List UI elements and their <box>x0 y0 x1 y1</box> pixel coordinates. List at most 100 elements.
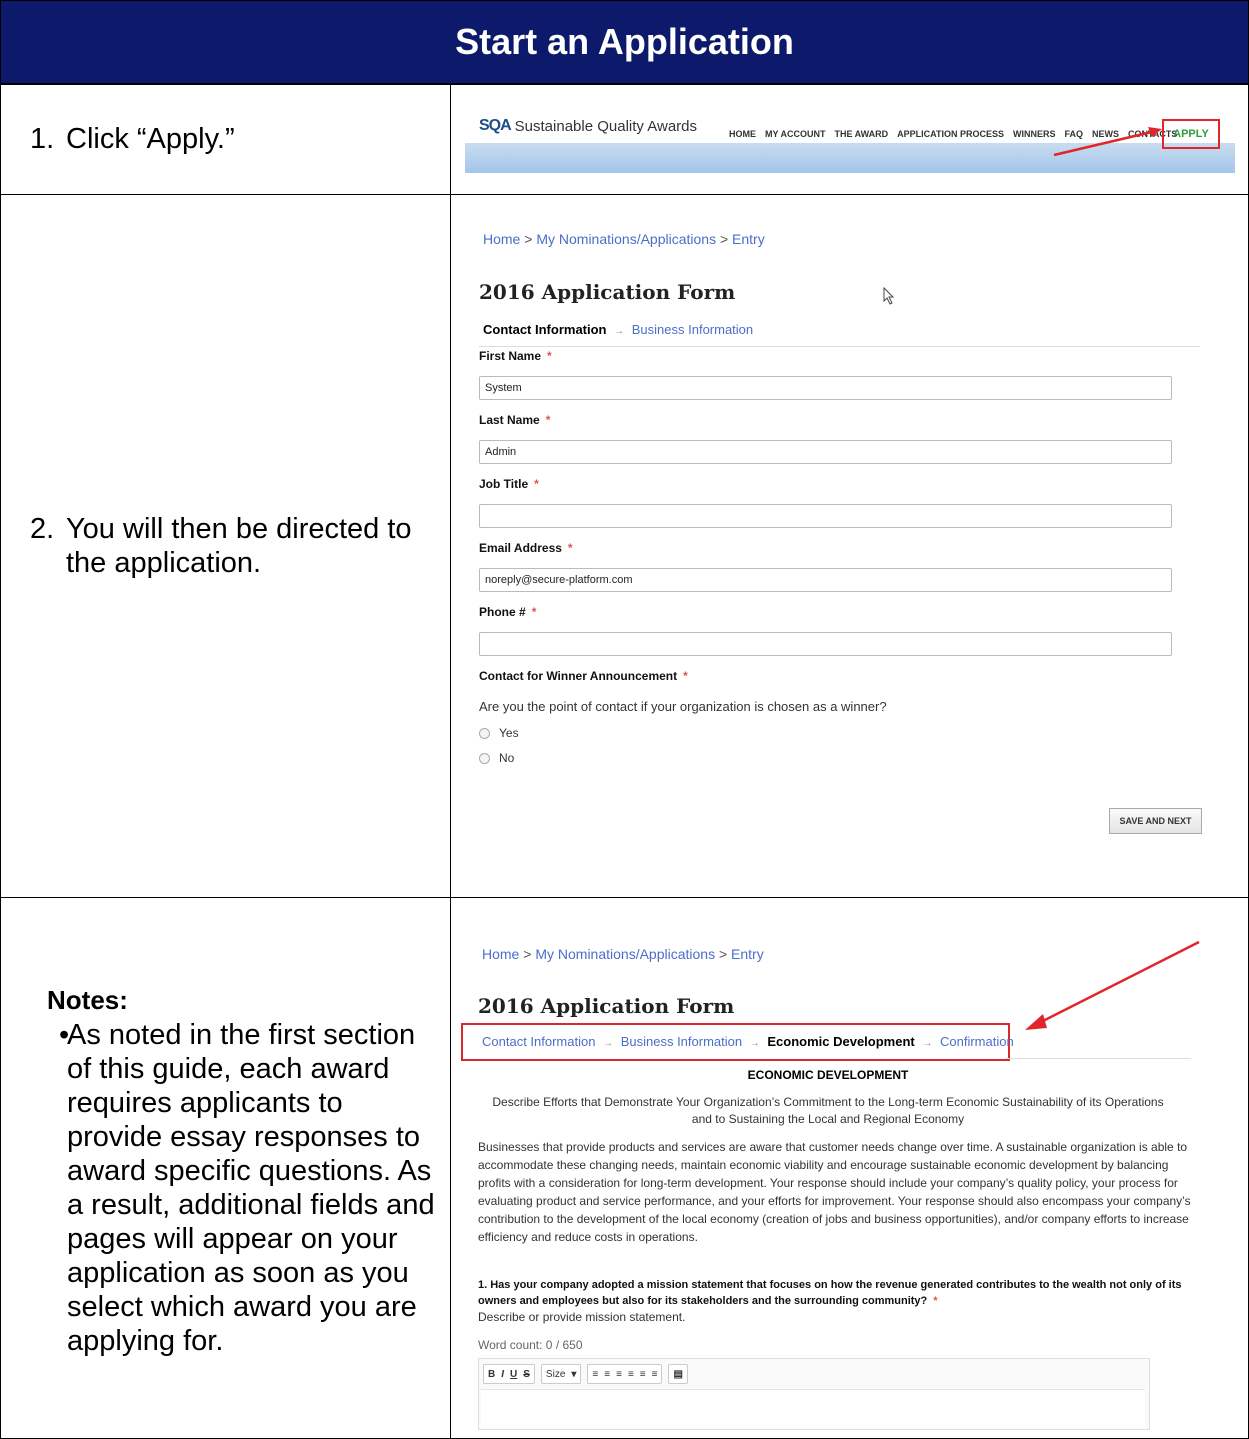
strikethrough-icon[interactable]: S <box>523 1369 530 1380</box>
section-heading: ECONOMIC DEVELOPMENT <box>747 1068 909 1082</box>
step-1-screenshot-cell: SQA Sustainable Quality Awards HOME MY A… <box>451 85 1248 194</box>
tab-economic-development[interactable]: Economic Development <box>767 1034 914 1049</box>
question-description: Describe or provide mission statement. <box>478 1310 686 1324</box>
radio-label: No <box>499 751 515 765</box>
job-title-label: Job Title * <box>479 477 539 491</box>
first-name-label: First Name * <box>479 349 552 363</box>
chevron-down-icon: ▾ <box>571 1368 577 1380</box>
format-group: B I U S <box>483 1364 535 1384</box>
arrow-right-icon: → <box>749 1038 760 1049</box>
form-title: 2016 Application Form <box>478 994 735 1018</box>
label-text: First Name <box>479 349 542 363</box>
logo-icon: SQA <box>479 117 512 134</box>
breadcrumb-entry[interactable]: Entry <box>732 231 765 247</box>
rich-text-editor: B I U S Size ▾ ≡ ≡ ≡ ≡ ≡ ≡ ▤ <box>478 1358 1150 1430</box>
last-name-label: Last Name * <box>479 413 551 427</box>
email-input[interactable]: noreply@secure-platform.com <box>479 568 1172 592</box>
arrow-right-icon: → <box>603 1038 614 1049</box>
editor-text-area[interactable] <box>481 1389 1145 1428</box>
tab-business-information[interactable]: Business Information <box>621 1034 742 1049</box>
paste-icon[interactable]: ▤ <box>673 1369 682 1380</box>
nav-application-process[interactable]: APPLICATION PROCESS <box>897 129 1004 139</box>
apply-button[interactable]: APPLY <box>1162 119 1220 149</box>
economic-development-screenshot: Home > My Nominations/Applications > Ent… <box>461 938 1207 1430</box>
save-and-next-button[interactable]: SAVE AND NEXT <box>1109 808 1202 834</box>
align-justify-icon[interactable]: ≡ <box>652 1369 658 1380</box>
tab-divider <box>1006 1058 1191 1059</box>
size-dropdown[interactable]: Size ▾ <box>540 1364 582 1384</box>
winner-contact-label: Contact for Winner Announcement * <box>479 669 688 683</box>
email-label: Email Address * <box>479 541 573 555</box>
breadcrumb-home[interactable]: Home <box>482 946 519 962</box>
notes-cell: Notes: • As noted in the first section o… <box>1 898 451 1439</box>
first-name-input[interactable]: System <box>479 376 1172 400</box>
section-body: Businesses that provide products and ser… <box>478 1140 1191 1244</box>
tab-confirmation[interactable]: Confirmation <box>940 1034 1014 1049</box>
paste-group: ▤ <box>668 1364 688 1384</box>
nav-the-award[interactable]: THE AWARD <box>835 129 889 139</box>
editor-toolbar: B I U S Size ▾ ≡ ≡ ≡ ≡ ≡ ≡ ▤ <box>483 1364 688 1384</box>
label-text: Phone # <box>479 605 526 619</box>
red-arrow-icon <box>1025 940 1200 1030</box>
guide-table: Start an Application 1. Click “Apply.” S… <box>0 0 1249 1439</box>
last-name-input[interactable]: Admin <box>479 440 1172 464</box>
tab-contact-information[interactable]: Contact Information <box>483 322 607 337</box>
align-center-icon[interactable]: ≡ <box>628 1369 634 1380</box>
step-2-screenshot-cell: Home > My Nominations/Applications > Ent… <box>451 195 1248 897</box>
question-text: 1. Has your company adopted a mission st… <box>478 1279 1182 1307</box>
label-text: Email Address <box>479 541 562 555</box>
breadcrumb: Home > My Nominations/Applications > Ent… <box>482 946 764 962</box>
breadcrumb-applications[interactable]: My Nominations/Applications <box>535 946 715 962</box>
question-1: 1. Has your company adopted a mission st… <box>478 1279 1182 1307</box>
label-text: Contact for Winner Announcement <box>479 669 678 683</box>
tab-contact-information[interactable]: Contact Information <box>482 1034 595 1049</box>
notes-screenshot-cell: Home > My Nominations/Applications > Ent… <box>451 898 1248 1439</box>
label-text: Last Name <box>479 413 540 427</box>
phone-input[interactable] <box>479 632 1172 656</box>
tab-divider <box>479 346 1200 347</box>
step-text: Click “Apply.” <box>66 123 235 155</box>
step-row-2: 2. You will then be directed to the appl… <box>1 194 1248 897</box>
align-left-icon[interactable]: ≡ <box>616 1369 622 1380</box>
step-number: 1. <box>30 123 55 155</box>
arrow-right-icon: → <box>922 1038 933 1049</box>
notes-row: Notes: • As noted in the first section o… <box>1 897 1248 1439</box>
breadcrumb-home[interactable]: Home <box>483 231 520 247</box>
winner-question: Are you the point of contact if your org… <box>479 699 887 714</box>
word-count: Word count: 0 / 650 <box>478 1338 583 1352</box>
label-text: Job Title <box>479 477 529 491</box>
breadcrumb: Home > My Nominations/Applications > Ent… <box>483 231 765 247</box>
phone-label: Phone # * <box>479 605 537 619</box>
radio-yes[interactable]: Yes <box>479 726 519 740</box>
notes-heading: Notes: <box>47 985 128 1015</box>
form-tabs: Contact Information → Business Informati… <box>482 1034 1014 1049</box>
logo-text: Sustainable Quality Awards <box>514 117 698 135</box>
breadcrumb-entry[interactable]: Entry <box>731 946 764 962</box>
logo[interactable]: SQA Sustainable Quality Awards <box>479 117 697 135</box>
align-right-icon[interactable]: ≡ <box>640 1369 646 1380</box>
arrow-right-icon: → <box>614 326 625 337</box>
section-subheading: Describe Efforts that Demonstrate Your O… <box>492 1095 1164 1126</box>
application-form-screenshot: Home > My Nominations/Applications > Ent… <box>467 225 1207 865</box>
form-tabs: Contact Information → Business Informati… <box>483 322 753 337</box>
job-title-input[interactable] <box>479 504 1172 528</box>
radio-no[interactable]: No <box>479 751 514 765</box>
nav-home[interactable]: HOME <box>729 129 756 139</box>
underline-icon[interactable]: U <box>510 1369 517 1380</box>
step-text: You will then be directed to the applica… <box>66 513 412 579</box>
breadcrumb-applications[interactable]: My Nominations/Applications <box>536 231 716 247</box>
bold-icon[interactable]: B <box>488 1369 495 1380</box>
page-title: Start an Application <box>1 1 1248 84</box>
step-2-cell: 2. You will then be directed to the appl… <box>1 195 451 897</box>
bullet-list-icon[interactable]: ≡ <box>604 1369 610 1380</box>
italic-icon[interactable]: I <box>501 1369 504 1380</box>
nav-my-account[interactable]: MY ACCOUNT <box>765 129 826 139</box>
numbered-list-icon[interactable]: ≡ <box>592 1369 598 1380</box>
radio-label: Yes <box>499 726 519 740</box>
step-1-cell: 1. Click “Apply.” <box>1 85 451 194</box>
step-number: 2. <box>30 513 55 545</box>
list-align-group: ≡ ≡ ≡ ≡ ≡ ≡ <box>587 1364 663 1384</box>
tab-business-information[interactable]: Business Information <box>632 322 753 337</box>
radio-icon <box>479 727 490 739</box>
radio-icon <box>479 752 490 764</box>
